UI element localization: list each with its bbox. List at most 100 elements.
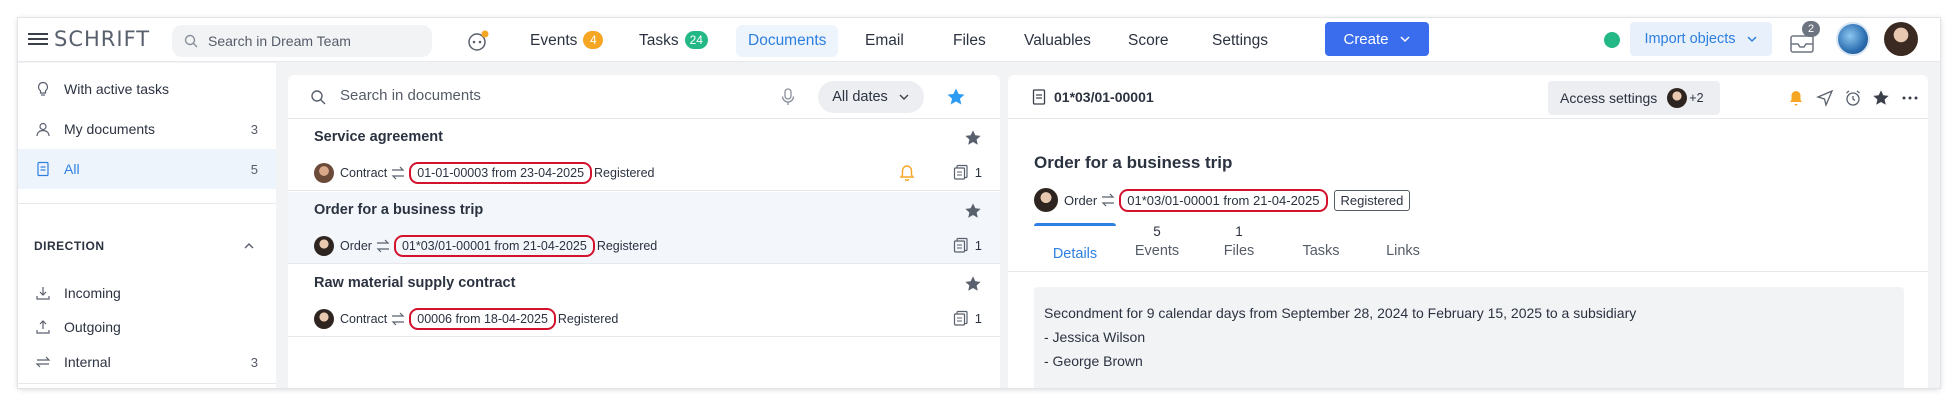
- access-settings-label: Access settings: [1560, 90, 1658, 106]
- favorites-star-icon[interactable]: [946, 87, 966, 107]
- assistant-bot-icon[interactable]: [466, 29, 490, 53]
- tab-files[interactable]: 1 Files: [1198, 223, 1280, 271]
- sidebar: With active tasks My documents 3 All 5 D…: [18, 63, 276, 388]
- sidebar-item-label: With active tasks: [64, 81, 170, 97]
- document-search-input[interactable]: [340, 87, 720, 104]
- chevron-down-icon: [899, 94, 909, 100]
- microphone-icon[interactable]: [780, 88, 796, 106]
- access-settings-button[interactable]: Access settings +2: [1548, 81, 1720, 115]
- tab-count: 1: [1235, 224, 1243, 239]
- app-logo[interactable]: SCHRIFT: [54, 27, 150, 51]
- chevron-down-icon: [1399, 36, 1410, 43]
- person-item: - George Brown: [1044, 353, 1143, 369]
- inbox-button[interactable]: 2: [1788, 21, 1820, 56]
- file-count-value: 1: [974, 237, 982, 253]
- user-avatar[interactable]: [1884, 22, 1918, 56]
- document-list-panel: All dates Service agreement Contract 01-…: [288, 75, 1000, 388]
- app-window: SCHRIFT Events4 Tasks24 Documents Email …: [18, 18, 1940, 388]
- chevron-up-icon[interactable]: [242, 239, 256, 253]
- create-button[interactable]: Create: [1325, 22, 1429, 56]
- bell-icon[interactable]: [1787, 89, 1805, 107]
- nav-email[interactable]: Email: [853, 25, 916, 57]
- star-icon[interactable]: [964, 129, 982, 147]
- dates-filter-dropdown[interactable]: All dates: [818, 81, 924, 113]
- sidebar-item-internal[interactable]: Internal 3: [18, 342, 276, 382]
- star-icon[interactable]: [1872, 89, 1890, 107]
- tab-count: [1362, 223, 1444, 241]
- document-meta: Contract 01-01-00003 from 23-04-2025 Reg…: [314, 162, 654, 184]
- author-avatar: [314, 309, 334, 329]
- nav-files[interactable]: Files: [941, 25, 998, 57]
- bell-icon[interactable]: [898, 164, 916, 182]
- nav-settings[interactable]: Settings: [1200, 25, 1280, 57]
- shared-user-avatar: [1667, 88, 1688, 108]
- person-item: - Jessica Wilson: [1044, 329, 1146, 345]
- document-icon: [1032, 89, 1046, 105]
- nav-events[interactable]: Events 4: [518, 25, 615, 57]
- nav-documents[interactable]: Documents: [736, 25, 839, 57]
- search-icon: [311, 90, 326, 105]
- upload-icon: [34, 318, 52, 336]
- sidebar-item-active-tasks[interactable]: With active tasks: [18, 69, 276, 109]
- tab-count: 5: [1153, 224, 1161, 239]
- sidebar-item-my-documents[interactable]: My documents 3: [18, 109, 276, 149]
- workspace-avatar[interactable]: [1836, 22, 1870, 56]
- tab-events[interactable]: 5 Events: [1116, 223, 1198, 271]
- document-detail-panel: 01*03/01-00001 Access settings +2 Order …: [1008, 75, 1928, 388]
- sidebar-divider: [18, 383, 276, 384]
- import-objects-button[interactable]: Import objects: [1630, 22, 1772, 56]
- document-number: 01-01-00003 from 23-04-2025: [409, 162, 593, 184]
- chevron-down-icon: [1747, 36, 1757, 43]
- nav-tasks-label: Tasks: [639, 32, 679, 49]
- sidebar-item-count: 3: [250, 121, 258, 137]
- tab-details[interactable]: Details: [1034, 223, 1116, 271]
- more-options-icon[interactable]: [1901, 89, 1919, 107]
- author-avatar: [314, 236, 334, 256]
- nav-tasks[interactable]: Tasks 24: [627, 25, 720, 57]
- document-type: Contract: [340, 312, 388, 326]
- nav-score[interactable]: Score: [1116, 25, 1181, 57]
- star-icon[interactable]: [964, 202, 982, 220]
- sidebar-item-all[interactable]: All 5: [18, 149, 276, 189]
- document-row[interactable]: Raw material supply contract Contract 00…: [288, 265, 1000, 337]
- tab-links[interactable]: Links: [1362, 223, 1444, 271]
- document-meta: Order 01*03/01-00001 from 21-04-2025 Reg…: [1034, 187, 1411, 213]
- sidebar-item-count: 5: [250, 161, 258, 177]
- author-avatar: [314, 163, 334, 183]
- sidebar-divider: [18, 203, 276, 204]
- file-count: 1: [953, 310, 982, 326]
- document-type: Order: [340, 239, 372, 253]
- document-row[interactable]: Order for a business trip Order 01*03/01…: [288, 192, 1000, 264]
- sidebar-item-outgoing[interactable]: Outgoing: [18, 307, 276, 347]
- sidebar-item-count: 3: [250, 354, 258, 370]
- create-button-label: Create: [1343, 30, 1389, 48]
- global-search-input[interactable]: [208, 33, 408, 49]
- send-icon[interactable]: [1816, 89, 1834, 107]
- exchange-icon: [376, 239, 390, 253]
- exchange-icon: [1101, 193, 1115, 207]
- document-icon: [34, 160, 52, 178]
- document-search: All dates: [288, 75, 1000, 119]
- tab-label: Files: [1223, 243, 1255, 259]
- online-status-dot: [1604, 32, 1620, 48]
- document-status: Registered: [596, 239, 658, 253]
- document-row[interactable]: Service agreement Contract 01-01-00003 f…: [288, 119, 1000, 191]
- nav-valuables[interactable]: Valuables: [1012, 25, 1103, 57]
- global-search[interactable]: [172, 25, 432, 57]
- file-count-value: 1: [974, 164, 982, 180]
- user-icon: [34, 120, 52, 138]
- document-status: Registered: [557, 312, 619, 326]
- files-icon: [953, 164, 968, 180]
- document-title: Order for a business trip: [1034, 153, 1233, 172]
- alarm-clock-icon[interactable]: [1844, 89, 1862, 107]
- document-number: 01*03/01-00001 from 21-04-2025: [1119, 188, 1328, 212]
- sidebar-item-label: All: [64, 161, 80, 177]
- description-text: Secondment for 9 calendar days from Sept…: [1044, 305, 1637, 321]
- tab-tasks[interactable]: Tasks: [1280, 223, 1362, 271]
- direction-heading: DIRECTION: [34, 239, 105, 253]
- hamburger-menu-icon[interactable]: [28, 30, 48, 48]
- star-icon[interactable]: [964, 275, 982, 293]
- document-title: Order for a business trip: [314, 202, 484, 218]
- events-count-badge: 4: [583, 31, 604, 49]
- document-number: 01*03/01-00001 from 21-04-2025: [393, 235, 595, 257]
